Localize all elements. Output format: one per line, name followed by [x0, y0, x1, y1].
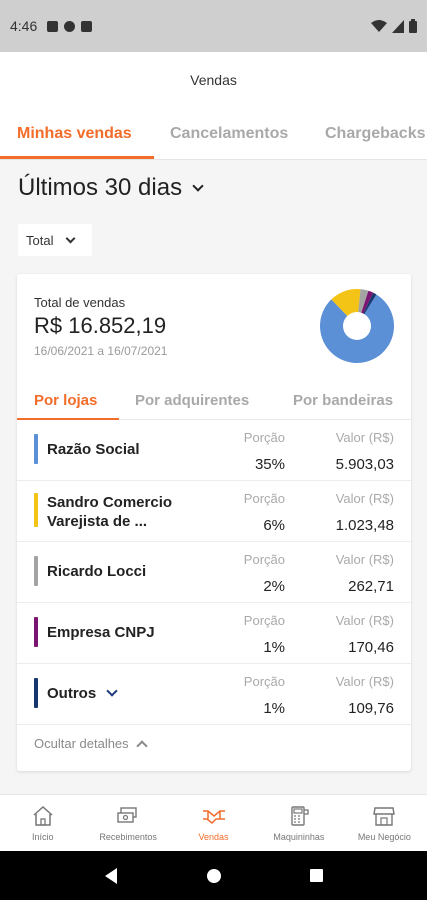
portion-value: 35% — [254, 456, 285, 473]
card-machine-icon — [291, 806, 309, 826]
home-icon — [33, 805, 53, 826]
sales-value: 109,76 — [348, 700, 394, 717]
active-tab-indicator — [0, 156, 154, 159]
sales-summary-card: Total de vendas R$ 16.852,19 16/06/2021 … — [17, 274, 411, 771]
bottom-nav: Início Recebimentos Vendas Maquininhas M… — [0, 794, 427, 851]
sales-value: 1.023,48 — [335, 517, 394, 534]
store-color-bar — [34, 434, 38, 464]
store-name: Outros — [47, 684, 118, 703]
store-name: Ricardo Locci — [47, 563, 147, 580]
portion-label: Porção — [243, 552, 285, 567]
portion-value: 2% — [263, 578, 285, 595]
period-selector[interactable]: Últimos 30 dias — [18, 174, 204, 202]
notification-icons — [47, 20, 93, 32]
portion-label: Porção — [243, 430, 285, 445]
nav-item-inicio[interactable]: Início — [0, 795, 85, 851]
home-button-icon[interactable] — [206, 868, 222, 884]
hide-details-button[interactable]: Ocultar detalhes — [34, 736, 148, 752]
sales-value: 262,71 — [348, 578, 394, 595]
tab-minhas-vendas[interactable]: Minhas vendas — [17, 108, 132, 159]
portion-value: 1% — [263, 700, 285, 717]
app-header: Vendas — [0, 52, 427, 108]
battery-icon — [409, 19, 417, 33]
sales-value: 5.903,03 — [335, 456, 394, 473]
nav-item-maquininhas[interactable]: Maquininhas — [256, 795, 341, 851]
store-color-bar — [34, 617, 38, 647]
store-row[interactable]: Empresa CNPJ Porção 1% Valor (R$) 170,46 — [17, 603, 411, 664]
store-name: Razão Social — [47, 441, 140, 458]
nav-label: Vendas — [198, 832, 229, 842]
chevron-down-icon — [66, 233, 76, 243]
store-row[interactable]: Sandro Comercio Varejista de ... Porção 6… — [17, 481, 411, 542]
store-icon — [373, 807, 396, 826]
tab-por-lojas[interactable]: Por lojas — [34, 380, 97, 420]
money-icon — [117, 807, 137, 823]
notification-icon — [64, 20, 76, 32]
signal-icon — [392, 19, 404, 33]
filter-value: Total — [26, 232, 54, 248]
page-title: Vendas — [190, 72, 237, 88]
sales-donut-chart — [320, 289, 394, 363]
value-label: Valor (R$) — [335, 674, 394, 689]
nav-label: Meu Negócio — [357, 832, 411, 842]
status-time: 4:46 — [10, 18, 38, 34]
nav-label: Maquininhas — [273, 832, 325, 842]
sales-tabs: Minhas vendas Cancelamentos Chargebacks — [0, 108, 427, 160]
date-range: 16/06/2021 a 16/07/2021 — [34, 344, 168, 358]
store-color-bar — [34, 493, 38, 527]
notification-icon — [47, 20, 59, 32]
value-label: Valor (R$) — [335, 430, 394, 445]
hide-details-label: Ocultar detalhes — [34, 736, 129, 751]
nav-label: Início — [31, 832, 54, 842]
chevron-down-icon[interactable] — [106, 685, 118, 697]
store-color-bar — [34, 678, 38, 708]
chevron-down-icon — [192, 180, 204, 192]
portion-label: Porção — [243, 491, 285, 506]
store-name: Empresa CNPJ — [47, 624, 155, 641]
portion-value: 6% — [263, 517, 285, 534]
store-row-outros[interactable]: Outros Porção 1% Valor (R$) 109,76 — [17, 664, 411, 725]
store-name: Sandro Comercio Varejista de ... — [47, 494, 173, 530]
back-icon[interactable] — [103, 867, 119, 885]
breakdown-tabs: Por lojas Por adquirentes Por bandeiras — [17, 380, 411, 420]
android-navigation-bar — [0, 851, 427, 900]
status-bar: 4:46 — [0, 0, 427, 52]
nav-item-meu-negocio[interactable]: Meu Negócio — [342, 795, 427, 851]
total-sales-label: Total de vendas — [34, 295, 126, 310]
nav-item-vendas[interactable]: Vendas — [171, 795, 256, 851]
tab-por-adquirentes[interactable]: Por adquirentes — [135, 380, 249, 420]
portion-value: 1% — [263, 639, 285, 656]
value-label: Valor (R$) — [335, 552, 394, 567]
nav-label: Recebimentos — [99, 832, 157, 842]
portion-label: Porção — [243, 674, 285, 689]
chevron-up-icon — [136, 739, 148, 752]
store-row[interactable]: Ricardo Locci Porção 2% Valor (R$) 262,7… — [17, 542, 411, 603]
sales-value: 170,46 — [348, 639, 394, 656]
recents-icon[interactable] — [309, 868, 324, 883]
handshake-icon — [202, 810, 225, 825]
value-label: Valor (R$) — [335, 491, 394, 506]
portion-label: Porção — [243, 613, 285, 628]
filter-dropdown[interactable]: Total — [18, 224, 92, 256]
nav-item-recebimentos[interactable]: Recebimentos — [85, 795, 170, 851]
tab-por-bandeiras[interactable]: Por bandeiras — [293, 380, 393, 420]
store-row[interactable]: Razão Social Porção 35% Valor (R$) 5.903… — [17, 420, 411, 481]
wifi-icon — [371, 19, 387, 32]
total-sales-value: R$ 16.852,19 — [34, 313, 167, 338]
store-color-bar — [34, 556, 38, 586]
tab-cancelamentos[interactable]: Cancelamentos — [170, 108, 288, 159]
value-label: Valor (R$) — [335, 613, 394, 628]
notification-icon — [81, 20, 93, 32]
period-label: Últimos 30 dias — [18, 174, 183, 201]
tab-chargebacks[interactable]: Chargebacks — [325, 108, 426, 159]
